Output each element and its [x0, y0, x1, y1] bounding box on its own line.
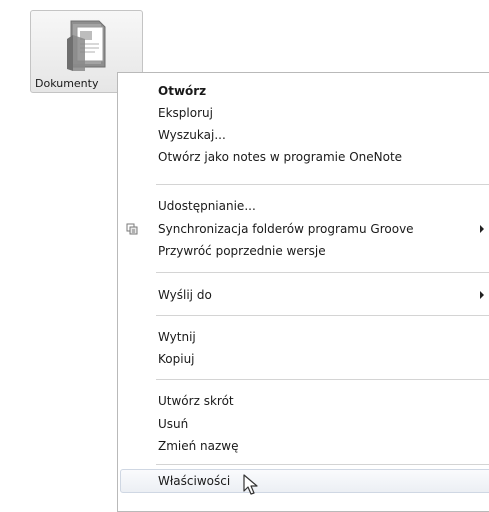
menu-item-groove-sync[interactable]: Synchronizacja folderów programu Groove [118, 218, 489, 240]
groove-sync-icon [126, 223, 138, 235]
submenu-arrow-icon [480, 291, 484, 299]
menu-item-delete[interactable]: Usuń [118, 413, 489, 435]
menu-separator [156, 272, 489, 273]
menu-item-label: Synchronizacja folderów programu Groove [158, 222, 414, 236]
menu-item-label: Eksploruj [158, 106, 213, 120]
menu-item-sharing[interactable]: Udostępnianie... [118, 195, 489, 217]
menu-item-label: Wyślij do [158, 288, 212, 302]
menu-item-label: Wyszukaj... [158, 128, 226, 142]
menu-item-restore-previous-versions[interactable]: Przywróć poprzednie wersje [118, 240, 489, 262]
menu-separator [156, 184, 489, 185]
documents-folder-icon [67, 20, 106, 71]
menu-item-label: Właściwości [158, 474, 231, 488]
menu-item-label: Udostępnianie... [158, 199, 256, 213]
submenu-arrow-icon [480, 225, 484, 233]
menu-separator [156, 379, 489, 380]
menu-item-label: Usuń [158, 417, 189, 431]
menu-item-label: Otwórz [158, 84, 207, 98]
menu-separator [156, 464, 489, 465]
menu-item-label: Wytnij [158, 330, 196, 344]
menu-item-label: Zmień nazwę [158, 439, 239, 453]
menu-item-label: Przywróć poprzednie wersje [158, 244, 326, 258]
menu-item-label: Utwórz skrót [158, 394, 234, 408]
menu-item-rename[interactable]: Zmień nazwę [118, 435, 489, 457]
menu-item-search[interactable]: Wyszukaj... [118, 124, 489, 146]
menu-item-properties[interactable]: Właściwości [120, 469, 489, 493]
menu-item-create-shortcut[interactable]: Utwórz skrót [118, 390, 489, 412]
menu-item-send-to[interactable]: Wyślij do [118, 284, 489, 306]
menu-item-cut[interactable]: Wytnij [118, 326, 489, 348]
menu-item-label: Kopiuj [158, 352, 195, 366]
menu-item-label: Otwórz jako notes w programie OneNote [158, 150, 403, 164]
menu-item-copy[interactable]: Kopiuj [118, 348, 489, 370]
context-menu: Otwórz Eksploruj Wyszukaj... Otwórz jako… [117, 72, 489, 512]
menu-item-explore[interactable]: Eksploruj [118, 102, 489, 124]
menu-item-open[interactable]: Otwórz [118, 80, 489, 102]
menu-separator [156, 315, 489, 316]
menu-item-open-as-onenote[interactable]: Otwórz jako notes w programie OneNote [118, 146, 489, 168]
